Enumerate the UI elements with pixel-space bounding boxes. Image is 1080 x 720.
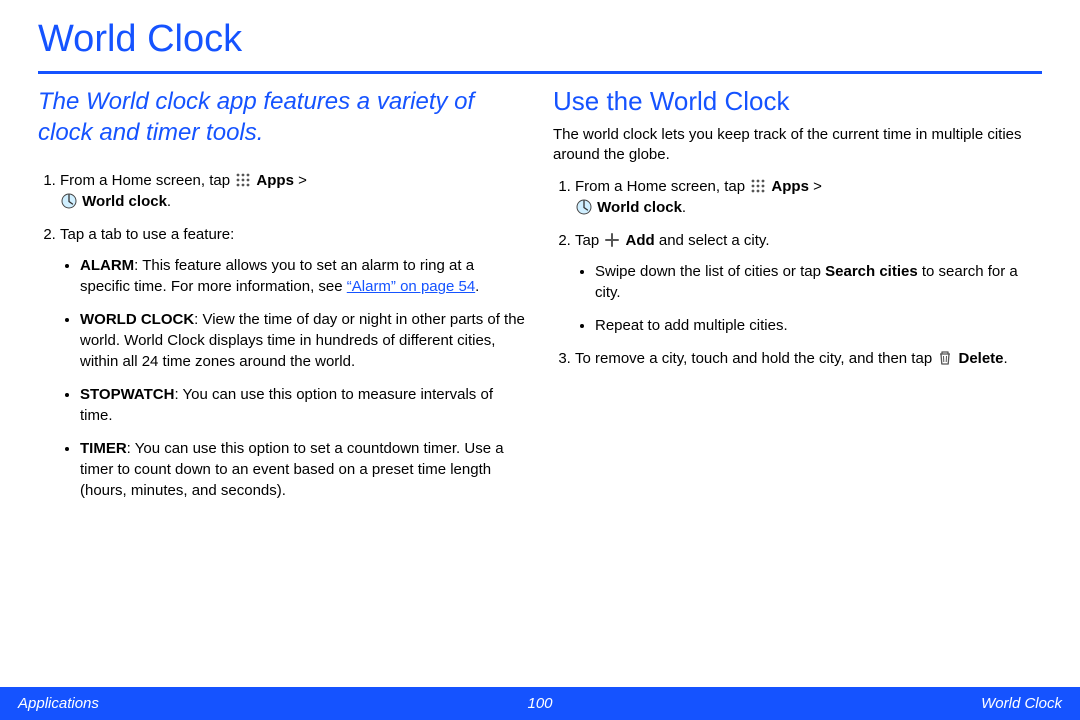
alarm-text-b: .	[475, 278, 479, 295]
left-column: The World clock app features a variety o…	[38, 86, 527, 513]
footer-page-number: 100	[528, 695, 553, 712]
step1-prefix: From a Home screen, tap	[60, 172, 234, 189]
r-gt: >	[809, 178, 822, 195]
feature-list: ALARM: This feature allows you to set an…	[60, 255, 527, 501]
repeat-item: Repeat to add multiple cities.	[595, 315, 1042, 336]
gt: >	[294, 172, 307, 189]
r-step1-prefix: From a Home screen, tap	[575, 178, 749, 195]
swipe-item: Swipe down the list of cities or tap Sea…	[595, 261, 1042, 303]
stopwatch-label: STOPWATCH	[80, 386, 174, 403]
step3-b: .	[1004, 350, 1008, 367]
right-step-1: From a Home screen, tap Apps > World clo…	[575, 176, 1042, 218]
timer-text: : You can use this option to set a count…	[80, 440, 504, 499]
right-step-2: Tap Add and select a city. Swipe down th…	[575, 230, 1042, 336]
add-icon	[604, 232, 620, 248]
apps-icon	[750, 178, 766, 194]
apps-icon	[235, 172, 251, 188]
delete-label: Delete	[959, 350, 1004, 367]
feature-world-clock: WORLD CLOCK: View the time of day or nig…	[80, 309, 527, 372]
footer-right: World Clock	[981, 695, 1062, 712]
use-heading: Use the World Clock	[553, 86, 1042, 117]
search-cities-label: Search cities	[825, 263, 918, 280]
page-title: World Clock	[0, 0, 1080, 67]
world-label: WORLD CLOCK	[80, 311, 194, 328]
timer-label: TIMER	[80, 440, 127, 457]
page-footer: Applications 100 World Clock	[0, 687, 1080, 720]
step2-text: Tap a tab to use a feature:	[60, 226, 234, 243]
world-clock-icon	[576, 199, 592, 215]
use-para: The world clock lets you keep track of t…	[553, 125, 1042, 166]
swipe-a: Swipe down the list of cities or tap	[595, 263, 825, 280]
right-steps: From a Home screen, tap Apps > World clo…	[553, 176, 1042, 369]
alarm-link[interactable]: “Alarm” on page 54	[347, 278, 475, 295]
r-apps-label: Apps	[771, 178, 809, 195]
title-rule	[38, 71, 1042, 74]
feature-timer: TIMER: You can use this option to set a …	[80, 438, 527, 501]
footer-left: Applications	[18, 695, 99, 712]
world-clock-label: World clock	[82, 193, 167, 210]
right-step-3: To remove a city, touch and hold the cit…	[575, 348, 1042, 369]
content-area: The World clock app features a variety o…	[0, 86, 1080, 573]
feature-alarm: ALARM: This feature allows you to set an…	[80, 255, 527, 297]
r-world-clock-label: World clock	[597, 199, 682, 216]
alarm-label: ALARM	[80, 257, 134, 274]
right-column: Use the World Clock The world clock lets…	[553, 86, 1042, 513]
left-step-2: Tap a tab to use a feature: ALARM: This …	[60, 224, 527, 501]
right-substeps: Swipe down the list of cities or tap Sea…	[575, 261, 1042, 336]
left-steps: From a Home screen, tap Apps > World clo…	[38, 170, 527, 501]
step3-a: To remove a city, touch and hold the cit…	[575, 350, 936, 367]
add-label: Add	[626, 232, 655, 249]
left-step-1: From a Home screen, tap Apps > World clo…	[60, 170, 527, 212]
r-step2-prefix: Tap	[575, 232, 603, 249]
world-clock-icon	[61, 193, 77, 209]
intro-text: The World clock app features a variety o…	[38, 86, 527, 148]
r-step2-suffix: and select a city.	[655, 232, 770, 249]
feature-stopwatch: STOPWATCH: You can use this option to me…	[80, 384, 527, 426]
apps-label: Apps	[256, 172, 294, 189]
delete-icon	[937, 350, 953, 366]
